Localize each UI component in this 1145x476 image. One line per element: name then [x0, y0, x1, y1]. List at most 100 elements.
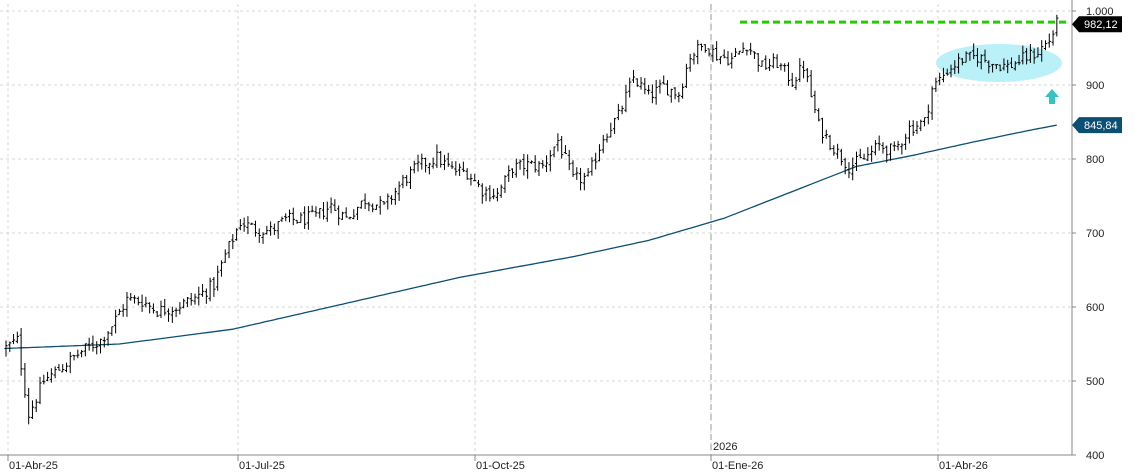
price-bar	[578, 167, 583, 191]
price-bar	[367, 201, 371, 212]
price-bar	[166, 308, 171, 322]
price-bar	[291, 207, 295, 226]
price-bar	[722, 49, 726, 59]
price-bar	[639, 77, 643, 90]
price-bar	[242, 217, 246, 232]
y-tick-label: 400	[1086, 450, 1104, 462]
price-bar	[250, 222, 254, 225]
price-bar	[303, 206, 307, 230]
price-bar	[896, 140, 900, 151]
price-bar	[197, 286, 201, 306]
price-bar	[839, 148, 843, 166]
price-bar	[514, 158, 518, 178]
price-bar	[325, 201, 329, 222]
price-bar	[465, 168, 469, 180]
price-bar	[688, 53, 692, 72]
price-bar	[556, 133, 560, 152]
price-bar	[416, 154, 420, 172]
price-bar	[121, 304, 125, 317]
price-bar	[658, 79, 662, 94]
price-bar	[435, 144, 439, 169]
price-bar	[148, 302, 152, 314]
price-bar	[151, 303, 156, 314]
price-bar	[314, 206, 318, 217]
stock-chart: 1.000 900 800 700 600 500 400 01-Abr-25 01-Jul-2…	[0, 0, 1122, 472]
price-bar	[904, 133, 908, 150]
price-bar	[329, 197, 333, 214]
price-bar	[650, 84, 654, 104]
price-bar	[272, 223, 276, 235]
price-bar	[480, 183, 484, 204]
price-bar	[575, 167, 579, 180]
price-bar	[718, 56, 723, 65]
price-bar	[922, 117, 927, 127]
price-bar	[53, 366, 57, 379]
price-bar	[828, 134, 832, 151]
price-bar	[503, 175, 507, 193]
price-bar	[647, 84, 651, 95]
price-bar	[34, 399, 38, 412]
x-tick-label: 01-Oct-25	[476, 460, 525, 472]
price-bar	[624, 84, 628, 113]
price-bar	[359, 200, 363, 209]
price-bar	[567, 149, 571, 171]
price-bar	[344, 207, 348, 218]
price-bar	[182, 298, 186, 309]
price-bar	[265, 225, 269, 235]
price-bar	[178, 302, 182, 315]
price-bar	[654, 79, 658, 105]
price-bar	[299, 212, 303, 224]
price-bar	[609, 122, 613, 138]
year-marker-label: 2026	[713, 441, 737, 453]
price-bar	[726, 50, 730, 66]
price-bar	[87, 337, 91, 351]
price-bar	[892, 141, 896, 152]
price-bar	[794, 76, 798, 90]
price-bar	[318, 208, 322, 219]
price-labels: 982,12 845,84	[1072, 16, 1122, 134]
price-bar	[423, 157, 428, 173]
price-bar	[563, 145, 568, 155]
price-bar	[42, 374, 46, 385]
price-bar	[594, 152, 598, 170]
price-bar	[371, 203, 375, 213]
y-tick-label: 1.000	[1086, 6, 1114, 18]
price-bar	[170, 306, 174, 323]
price-bar	[95, 341, 99, 355]
price-bar	[703, 44, 707, 53]
price-bar	[873, 140, 877, 156]
price-bar	[68, 351, 72, 374]
price-bar	[91, 335, 95, 352]
price-bar	[257, 228, 261, 243]
price-bar	[786, 62, 791, 86]
price-bar	[813, 90, 817, 114]
y-tick-label: 800	[1086, 154, 1104, 166]
price-bar	[783, 63, 787, 72]
price-bar	[348, 216, 352, 220]
price-bar	[858, 148, 862, 159]
moving-average-label-text: 845,84	[1084, 120, 1118, 132]
x-tick-label: 01-Abr-25	[9, 460, 58, 472]
price-bar	[677, 92, 681, 103]
price-bar	[442, 154, 447, 170]
price-bar	[779, 63, 783, 71]
price-bar	[919, 119, 923, 132]
price-bar	[98, 338, 103, 354]
price-bar	[662, 75, 666, 85]
price-bar	[749, 42, 753, 55]
price-bar	[915, 121, 919, 135]
price-bar	[817, 108, 821, 122]
price-bar	[76, 349, 80, 359]
price-bar	[454, 161, 458, 176]
price-bar	[529, 160, 534, 164]
price-bar	[64, 362, 69, 373]
price-bar	[405, 175, 409, 187]
price-bar	[767, 58, 772, 71]
price-bar	[673, 87, 677, 100]
price-bar	[408, 166, 413, 190]
price-bar	[337, 205, 341, 226]
price-bar	[461, 161, 465, 172]
price-bar	[643, 77, 647, 95]
price-bar	[321, 201, 326, 220]
price-bar	[238, 219, 242, 231]
